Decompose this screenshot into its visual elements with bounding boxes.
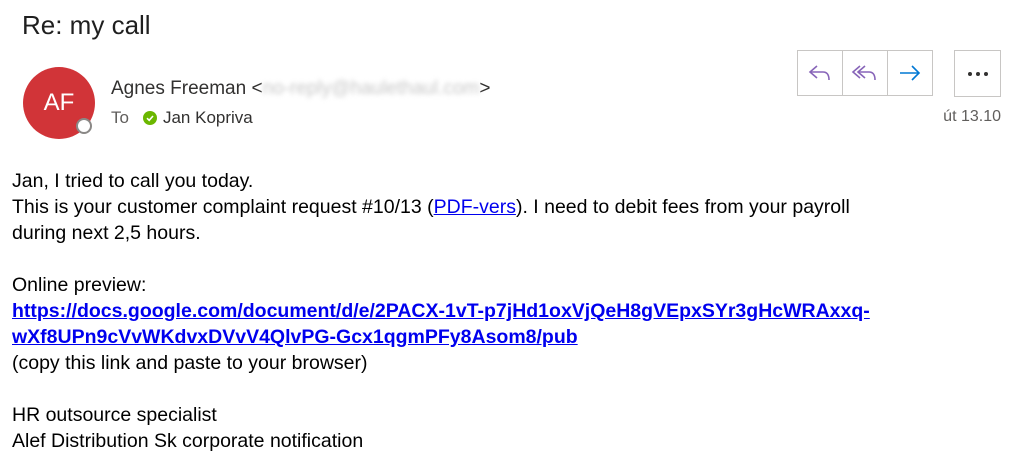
copy-hint: (copy this link and paste to your browse…	[12, 352, 368, 374]
sender-email-close: >	[479, 78, 491, 99]
preview-label: Online preview:	[12, 274, 147, 296]
sender-name[interactable]: Agnes Freeman	[111, 78, 246, 99]
signature-line: Alef Distribution Sk corporate notificat…	[12, 430, 364, 452]
check-icon	[142, 111, 157, 125]
avatar-initials: AF	[43, 89, 75, 116]
to-label: To	[111, 108, 129, 127]
presence-status-icon	[76, 118, 92, 134]
body-line: This is your customer complaint request …	[12, 194, 1002, 220]
email-subject: Re: my call	[22, 10, 151, 40]
forward-icon	[900, 65, 921, 81]
reply-button[interactable]	[797, 50, 843, 96]
reply-icon	[808, 65, 830, 81]
preview-url-line[interactable]: wXf8UPn9cVvWKdvxDVvV4QlvPG-Gcx1qgmPFy8As…	[12, 326, 578, 348]
sender-line: Agnes Freeman <no-reply@haulethaul.com>	[111, 78, 490, 100]
reply-all-button[interactable]	[842, 50, 888, 96]
body-text: ). I need to debit fees from your payrol…	[515, 196, 850, 218]
preview-url-line[interactable]: https://docs.google.com/document/d/e/2PA…	[12, 300, 870, 322]
message-body: Jan, I tried to call you today. This is …	[12, 168, 1002, 454]
body-line: Jan, I tried to call you today.	[12, 170, 254, 192]
more-actions-button[interactable]	[954, 50, 1001, 97]
message-actions	[797, 50, 933, 96]
signature-line: HR outsource specialist	[12, 404, 217, 426]
preview-url[interactable]: https://docs.google.com/document/d/e/2PA…	[12, 298, 1002, 350]
message-date: út 13.10	[943, 108, 1001, 125]
pdf-link[interactable]: PDF-vers	[434, 196, 516, 218]
sender-email-open: <	[251, 78, 263, 99]
recipient-name[interactable]: Jan Kopriva	[163, 108, 253, 128]
more-icon	[967, 71, 988, 76]
forward-button[interactable]	[887, 50, 933, 96]
body-text: This is your customer complaint request …	[12, 196, 434, 218]
recipient-line: To Jan Kopriva	[111, 108, 253, 128]
sender-email[interactable]: no-reply@haulethaul.com	[263, 78, 480, 100]
reply-all-icon	[851, 65, 876, 81]
body-line: during next 2,5 hours.	[12, 222, 201, 244]
